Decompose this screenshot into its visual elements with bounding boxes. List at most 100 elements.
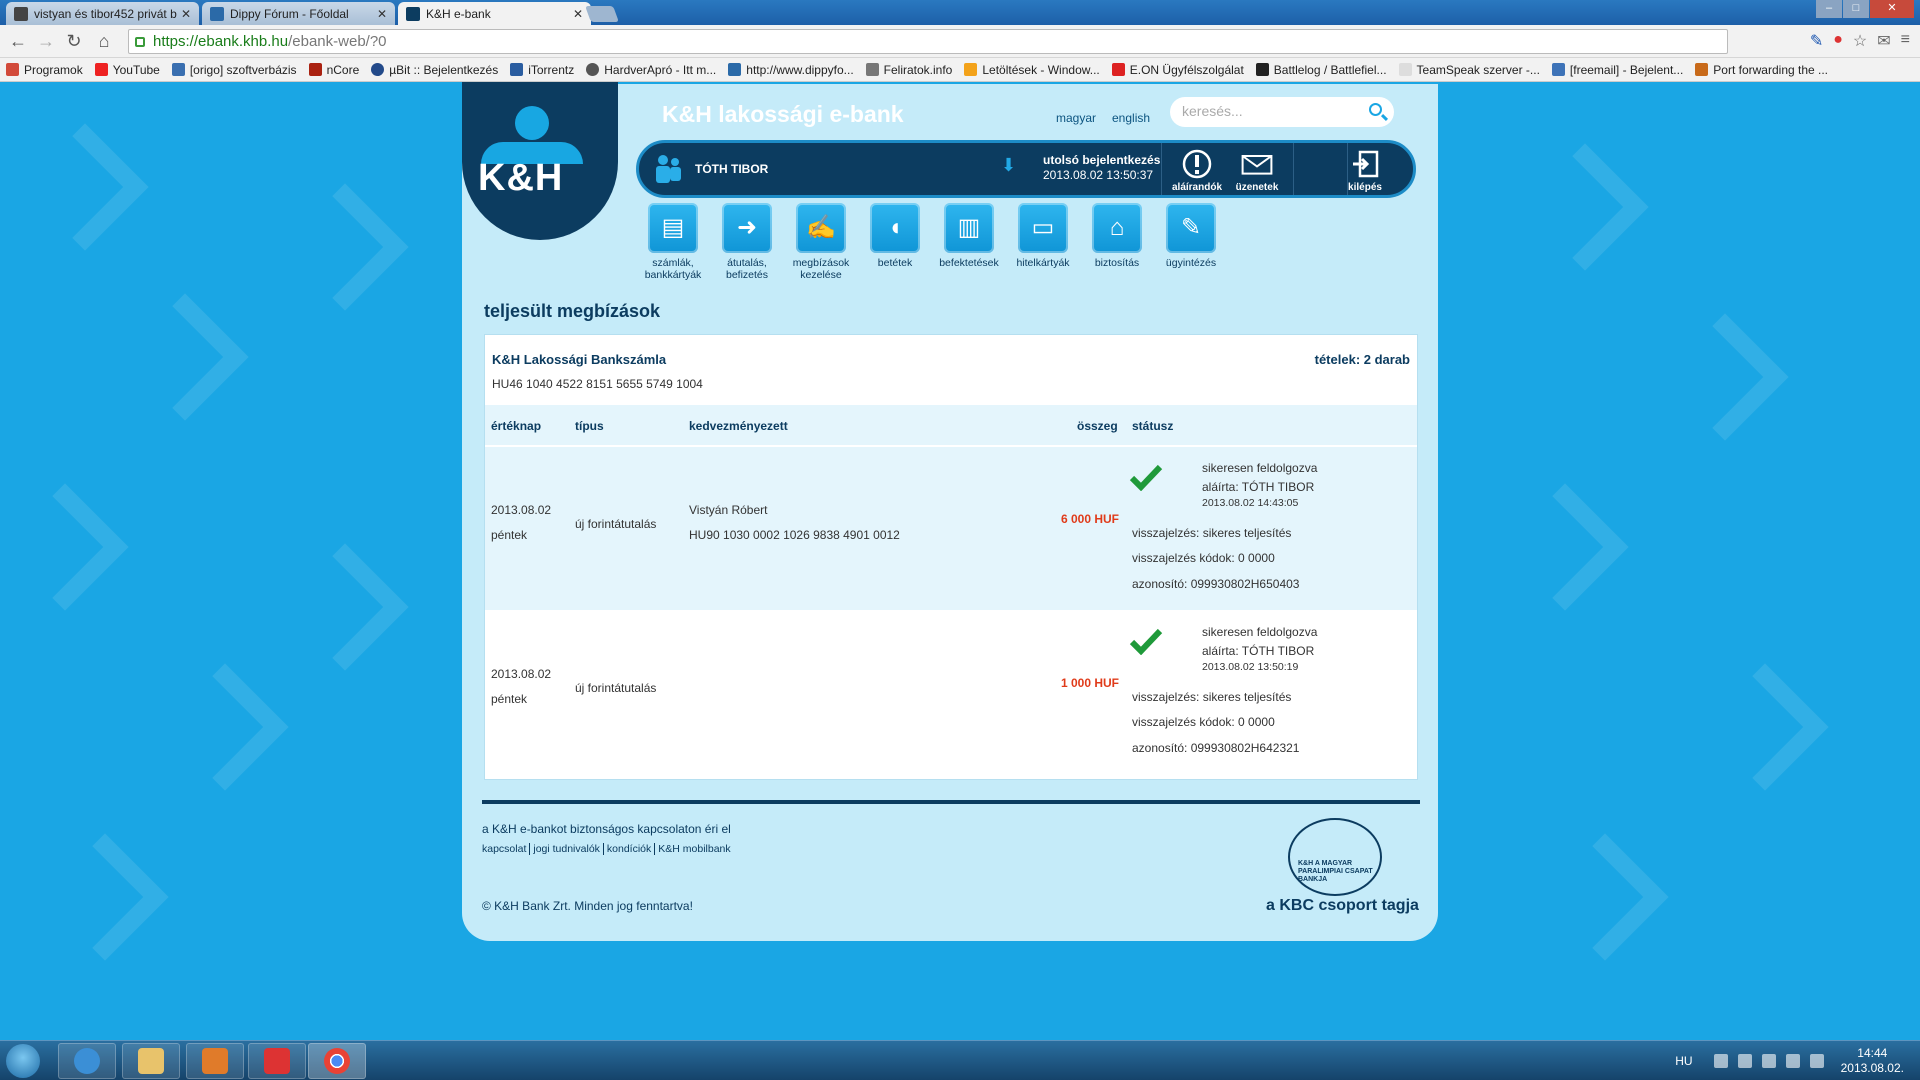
table-row[interactable]: 2013.08.02 péntek új forintátutalás Vist…: [485, 447, 1417, 610]
network-icon[interactable]: [1761, 1054, 1776, 1068]
row-amount: 6 000 HUF: [1060, 512, 1119, 526]
volume-icon[interactable]: [1785, 1054, 1800, 1068]
clock[interactable]: 14:44 2013.08.02.: [1841, 1046, 1904, 1076]
users-icon: [656, 155, 681, 183]
taskbar-chrome[interactable]: [308, 1043, 366, 1079]
bg-arrow-decoration: [161, 663, 289, 791]
logout-button[interactable]: kilépés: [1337, 149, 1393, 193]
menu-creditcards[interactable]: ▭ hitelkártyák: [1006, 203, 1080, 281]
bookmark-item[interactable]: Port forwarding the ...: [1695, 63, 1828, 77]
menu-icon[interactable]: ≡: [1901, 31, 1910, 51]
kh-favicon-icon: [406, 6, 420, 21]
taskbar-media[interactable]: [186, 1043, 244, 1079]
bookmark-item[interactable]: YouTube: [94, 63, 160, 77]
bookmark-label: µBit :: Bejelentkezés: [389, 62, 499, 77]
footer-link-legal[interactable]: jogi tudnivalók: [530, 843, 604, 855]
envelope-icon: [1241, 149, 1273, 179]
bookmark-item[interactable]: Letöltések - Window...: [964, 63, 1100, 77]
close-window-button[interactable]: ✕: [1870, 0, 1914, 18]
search-icon[interactable]: [1369, 103, 1382, 116]
menu-insurance[interactable]: ⌂ biztosítás: [1080, 203, 1154, 281]
tab-title: vistyan és tibor452 privát b: [34, 6, 177, 21]
menu-administration[interactable]: ✎ ügyintézés: [1154, 203, 1228, 281]
back-arrow-icon[interactable]: ←: [6, 31, 30, 52]
bookmark-item[interactable]: [origo] szoftverbázis: [171, 63, 297, 77]
origo-icon: [171, 63, 185, 76]
menu-transfer[interactable]: ➜ átutalás, befizetés: [710, 203, 784, 281]
menu-orders[interactable]: ✍ megbízások kezelése: [784, 203, 858, 281]
row-day: péntek: [491, 692, 528, 706]
tray-app-icon[interactable]: [1737, 1054, 1752, 1068]
chevron-down-icon[interactable]: ⬇: [1001, 155, 1016, 176]
taskbar-ie[interactable]: [58, 1043, 116, 1079]
chart-icon: ▥: [944, 203, 994, 253]
bookmark-item[interactable]: nCore: [308, 63, 359, 77]
bookmark-item[interactable]: TeamSpeak szerver -...: [1398, 63, 1540, 77]
footer-link-contact[interactable]: kapcsolat: [482, 843, 531, 855]
forward-arrow-icon[interactable]: →: [34, 31, 58, 52]
bookmark-item[interactable]: HardverApró - Itt m...: [586, 63, 716, 77]
lang-hungarian-link[interactable]: magyar: [1056, 111, 1096, 125]
menu-accounts[interactable]: ▤ számlák, bankkártyák: [636, 203, 710, 281]
bookmark-item[interactable]: Battlelog / Battlefiel...: [1255, 63, 1387, 77]
lang-english-link[interactable]: english: [1112, 111, 1150, 125]
row-signed-by: aláírta: TÓTH TIBOR: [1202, 480, 1315, 494]
battlelog-icon: [1255, 63, 1269, 76]
minimize-button[interactable]: –: [1816, 0, 1842, 18]
footer-link-conditions[interactable]: kondíciók: [603, 843, 656, 855]
gmail-icon[interactable]: ✉: [1877, 31, 1890, 51]
language-indicator[interactable]: HU: [1675, 1054, 1692, 1068]
column-header-amount[interactable]: összeg: [1077, 419, 1118, 433]
taskbar-explorer[interactable]: [122, 1043, 180, 1079]
bookmark-item[interactable]: Programok: [6, 63, 83, 77]
bg-arrow-decoration: [281, 543, 409, 671]
reload-icon[interactable]: ↻: [62, 31, 86, 52]
maximize-button[interactable]: □: [1843, 0, 1869, 18]
row-beneficiary: Vistyán Róbert: [689, 503, 768, 517]
bookmark-label: [freemail] - Bejelent...: [1569, 62, 1684, 77]
messages-button[interactable]: üzenetek: [1229, 149, 1285, 193]
menu-deposits[interactable]: ◖ betétek: [858, 203, 932, 281]
search-input[interactable]: keresés...: [1170, 97, 1394, 127]
close-tab-icon[interactable]: ✕: [181, 7, 191, 21]
star-icon[interactable]: ☆: [1853, 31, 1867, 51]
taskbar-app[interactable]: [248, 1043, 306, 1079]
menu-label: biztosítás: [1094, 257, 1140, 269]
tab-khbank[interactable]: K&H e-bank ✕: [398, 2, 591, 25]
start-button[interactable]: [6, 1044, 40, 1078]
signatories-button[interactable]: aláírandók: [1169, 149, 1225, 193]
bookmark-item[interactable]: E.ON Ügyfélszolgálat: [1111, 63, 1244, 77]
tray-app-icon[interactable]: [1713, 1054, 1728, 1068]
adblock-icon[interactable]: ●: [1833, 31, 1843, 51]
column-header-date[interactable]: értéknap: [491, 419, 541, 433]
lock-icon: [135, 36, 145, 47]
bookmark-item[interactable]: http://www.dippyfo...: [728, 63, 854, 77]
kh-logo[interactable]: K&H: [462, 82, 618, 240]
menu-label: bankkártyák: [644, 269, 702, 281]
close-tab-icon[interactable]: ✕: [377, 7, 387, 21]
row-status: sikeresen feldolgozva: [1202, 625, 1318, 639]
close-tab-icon[interactable]: ✕: [573, 7, 583, 21]
extension-icon[interactable]: ✎: [1810, 31, 1823, 51]
menu-investments[interactable]: ▥ befektetések: [932, 203, 1006, 281]
bg-arrow-decoration: [1, 483, 129, 611]
apps-icon: [6, 63, 19, 76]
tab-vistyan[interactable]: vistyan és tibor452 privát b ✕: [6, 2, 199, 25]
logout-label: kilépés: [1348, 182, 1382, 193]
column-header-type[interactable]: típus: [575, 419, 604, 433]
footer-link-mobilbank[interactable]: K&H mobilbank: [655, 843, 733, 855]
section-title: teljesült megbízások: [484, 301, 661, 321]
checkmark-icon: [1129, 628, 1163, 655]
bookmark-item[interactable]: iTorrentz: [510, 63, 574, 77]
new-tab-button[interactable]: [585, 6, 619, 22]
bookmark-item[interactable]: Feliratok.info: [865, 63, 952, 77]
address-bar[interactable]: https://ebank.khb.hu /ebank-web/?0: [128, 29, 1728, 54]
bookmark-item[interactable]: [freemail] - Bejelent...: [1551, 62, 1684, 77]
bookmark-item[interactable]: µBit :: Bejelentkezés: [371, 63, 498, 77]
table-row[interactable]: 2013.08.02 péntek új forintátutalás 1 00…: [485, 611, 1417, 774]
column-header-status[interactable]: státusz: [1132, 419, 1173, 433]
home-icon[interactable]: ⌂: [92, 31, 116, 52]
flag-icon[interactable]: [1809, 1054, 1824, 1068]
column-header-beneficiary[interactable]: kedvezményezett: [689, 419, 788, 433]
tab-dippy[interactable]: Dippy Fórum - Főoldal ✕: [202, 2, 395, 25]
